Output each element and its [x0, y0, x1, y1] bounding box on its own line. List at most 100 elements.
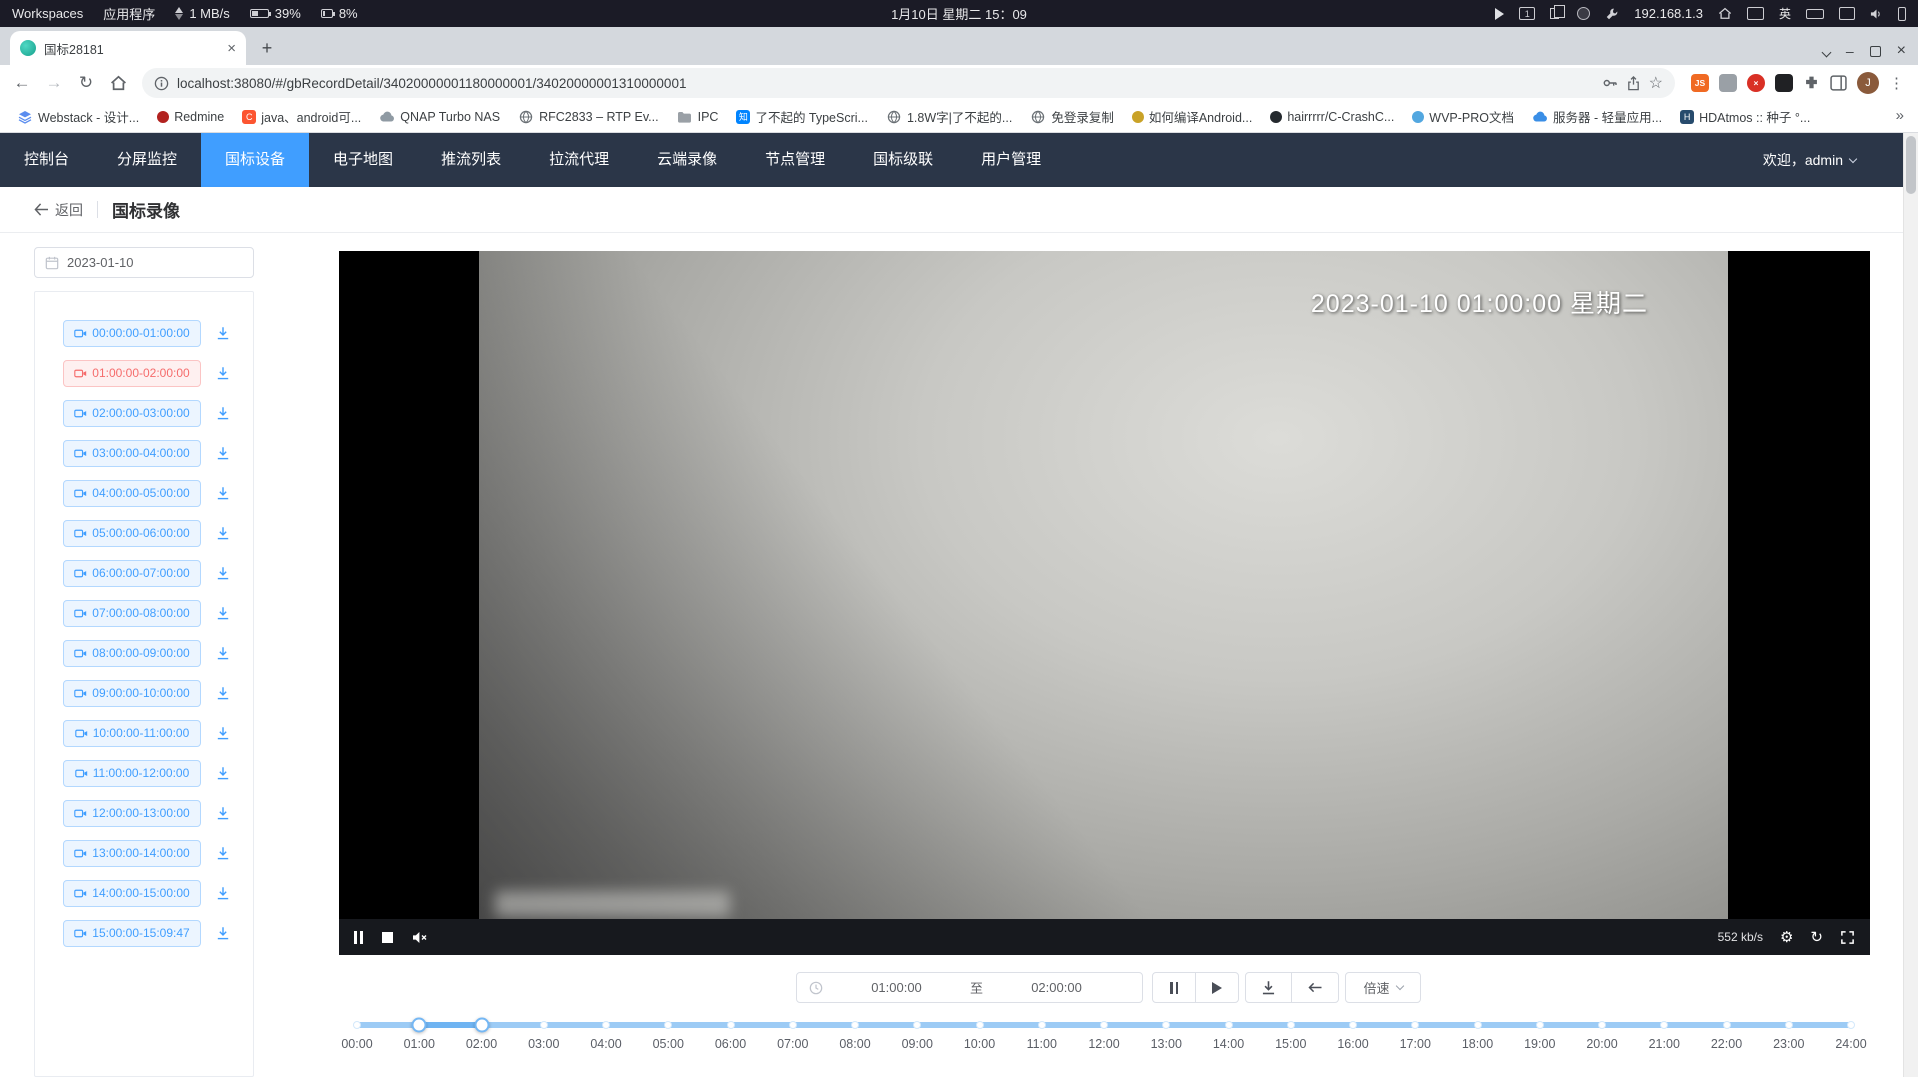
download-icon[interactable] — [216, 486, 230, 500]
recording-segment-button[interactable]: 06:00:00-07:00:00 — [63, 560, 201, 587]
bookmark-item[interactable]: hairrrrr/C-CrashC... — [1263, 107, 1401, 127]
reload-button[interactable]: ↻ — [72, 69, 100, 97]
bookmark-item[interactable]: 服务器 - 轻量应用... — [1525, 104, 1669, 129]
nav-tab-10[interactable]: 用户管理 — [957, 133, 1065, 187]
download-icon[interactable] — [216, 806, 230, 820]
recording-segment-button[interactable]: 10:00:00-11:00:00 — [63, 720, 201, 747]
recording-segment-button[interactable]: 07:00:00-08:00:00 — [63, 600, 201, 627]
nav-tab-4[interactable]: 电子地图 — [309, 133, 417, 187]
timeline-handle-end[interactable] — [474, 1018, 489, 1033]
bookmark-item[interactable]: Cjava、android可... — [235, 104, 368, 129]
bookmark-item[interactable]: 知了不起的 TypeScri... — [729, 104, 875, 129]
recording-segment-button[interactable]: 14:00:00-15:00:00 — [63, 880, 201, 907]
end-time-value[interactable]: 02:00:00 — [983, 980, 1130, 995]
user-menu[interactable]: 欢迎，admin — [1763, 150, 1856, 170]
back-button[interactable]: ← — [8, 69, 36, 97]
bookmark-item[interactable]: Redmine — [150, 107, 231, 127]
player-mute-icon[interactable] — [412, 931, 428, 944]
extension-js-icon[interactable]: JS — [1691, 74, 1709, 92]
battery-indicator[interactable]: 39% — [250, 6, 301, 21]
timeline-hour-dot[interactable] — [1785, 1021, 1793, 1029]
pause-button[interactable] — [1152, 972, 1196, 1003]
share-icon[interactable] — [1626, 76, 1641, 91]
timeline-hour-dot[interactable] — [1598, 1021, 1606, 1029]
time-range-input[interactable]: 01:00:00 至 02:00:00 — [796, 972, 1143, 1003]
timeline-hour-dot[interactable] — [1660, 1021, 1668, 1029]
video-player[interactable]: 2023-01-10 01:00:00 星期二 552 kb/s ⚙ ↻ — [339, 251, 1870, 955]
nav-tab-9[interactable]: 国标级联 — [849, 133, 957, 187]
extension-gray-icon[interactable] — [1719, 74, 1737, 92]
browser-tab[interactable]: 国标28181 × — [10, 31, 246, 65]
download-icon[interactable] — [216, 526, 230, 540]
status-circle-icon[interactable] — [1577, 7, 1590, 20]
recording-segment-button[interactable]: 08:00:00-09:00:00 — [63, 640, 201, 667]
download-icon[interactable] — [216, 926, 230, 940]
input-language-indicator[interactable]: 英 — [1779, 5, 1791, 22]
timeline-hour-dot[interactable] — [1411, 1021, 1419, 1029]
volume-tray-icon[interactable] — [1870, 8, 1883, 20]
timeline-hour-dot[interactable] — [353, 1021, 361, 1029]
home-button[interactable] — [104, 69, 132, 97]
player-pause-icon[interactable] — [354, 931, 363, 944]
home-tray-icon[interactable] — [1718, 7, 1732, 20]
ip-address[interactable]: 192.168.1.3 — [1634, 6, 1703, 21]
timeline-hour-dot[interactable] — [1349, 1021, 1357, 1029]
bookmark-item[interactable]: HHDAtmos :: 种子 °... — [1673, 104, 1817, 129]
screen-share-icon[interactable] — [1747, 7, 1764, 20]
bookmark-item[interactable]: WVP-PRO文档 — [1405, 104, 1521, 129]
recording-segment-button[interactable]: 04:00:00-05:00:00 — [63, 480, 201, 507]
secondary-battery-indicator[interactable]: 8% — [321, 6, 358, 21]
back-link[interactable]: 返回 — [34, 200, 83, 220]
tab-close-icon[interactable]: × — [227, 41, 236, 56]
timeline-hour-dot[interactable] — [664, 1021, 672, 1029]
timeline-hour-dot[interactable] — [1225, 1021, 1233, 1029]
bookmark-item[interactable]: QNAP Turbo NAS — [372, 106, 507, 128]
nav-tab-8[interactable]: 节点管理 — [741, 133, 849, 187]
extensions-puzzle-icon[interactable] — [1803, 75, 1820, 92]
nav-tab-2[interactable]: 分屏监控 — [93, 133, 201, 187]
keyboard-icon[interactable] — [1806, 9, 1824, 19]
recording-segment-button[interactable]: 11:00:00-12:00:00 — [63, 760, 201, 787]
timeline-hour-dot[interactable] — [1847, 1021, 1855, 1029]
timeline-handle-start[interactable] — [412, 1018, 427, 1033]
extension-dark-icon[interactable] — [1775, 74, 1793, 92]
timeline-hour-dot[interactable] — [976, 1021, 984, 1029]
bookmark-item[interactable]: 如何编译Android... — [1125, 104, 1260, 129]
extension-red-icon[interactable]: × — [1747, 74, 1765, 92]
site-info-icon[interactable] — [154, 76, 169, 91]
speed-dropdown[interactable]: 倍速 — [1345, 972, 1421, 1003]
download-icon[interactable] — [216, 606, 230, 620]
play-button[interactable] — [1195, 972, 1239, 1003]
address-bar[interactable]: localhost:38080/#/gbRecordDetail/3402000… — [142, 68, 1675, 98]
timeline-hour-dot[interactable] — [1038, 1021, 1046, 1029]
side-panel-icon[interactable] — [1830, 75, 1847, 91]
timeline-hour-dot[interactable] — [1536, 1021, 1544, 1029]
profile-avatar[interactable]: J — [1857, 72, 1879, 94]
download-icon[interactable] — [216, 726, 230, 740]
download-icon[interactable] — [216, 326, 230, 340]
recording-segment-button[interactable]: 15:00:00-15:09:47 — [63, 920, 201, 947]
download-icon[interactable] — [216, 686, 230, 700]
nav-tab-5[interactable]: 推流列表 — [417, 133, 525, 187]
bookmark-item[interactable]: 免登录复制 — [1023, 104, 1121, 129]
window-minimize-button[interactable]: – — [1846, 44, 1854, 58]
network-speed-indicator[interactable]: 1 MB/s — [175, 6, 229, 21]
bookmark-item[interactable]: IPC — [670, 106, 726, 128]
date-picker-input[interactable]: 2023-01-10 — [34, 247, 254, 278]
player-stop-icon[interactable] — [382, 932, 393, 943]
recording-segment-button[interactable]: 02:00:00-03:00:00 — [63, 400, 201, 427]
timeline-hour-dot[interactable] — [789, 1021, 797, 1029]
nav-tab-7[interactable]: 云端录像 — [633, 133, 741, 187]
recording-segment-button[interactable]: 03:00:00-04:00:00 — [63, 440, 201, 467]
download-icon[interactable] — [216, 846, 230, 860]
window-maximize-button[interactable] — [1870, 46, 1881, 57]
tab-search-chevron-icon[interactable] — [1823, 44, 1830, 58]
seek-back-button[interactable] — [1291, 972, 1339, 1003]
timeline-hour-dot[interactable] — [727, 1021, 735, 1029]
download-icon[interactable] — [216, 366, 230, 380]
timeline-hour-dot[interactable] — [602, 1021, 610, 1029]
password-key-icon[interactable] — [1602, 75, 1618, 91]
bookmark-star-icon[interactable]: ☆ — [1649, 73, 1663, 93]
download-icon[interactable] — [216, 886, 230, 900]
download-icon[interactable] — [216, 406, 230, 420]
